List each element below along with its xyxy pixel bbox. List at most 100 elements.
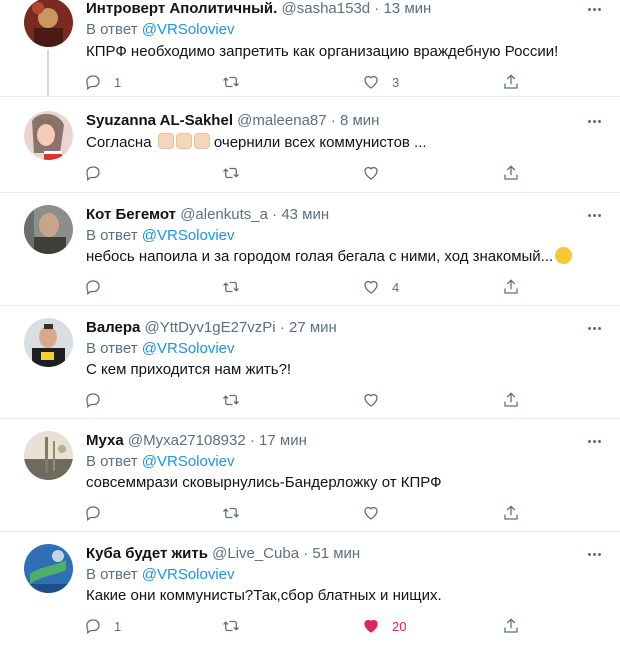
author-handle[interactable]: @Live_Cuba: [212, 545, 299, 562]
more-icon[interactable]: [584, 432, 604, 450]
tweet-time[interactable]: 13 мин: [383, 0, 431, 17]
tweet-header: Интроверт Аполитичный. @sasha153d · 13 м…: [86, 0, 432, 17]
retweet-icon: [223, 507, 239, 519]
tweet-time[interactable]: 43 мин: [281, 206, 329, 223]
reply-icon: [86, 280, 100, 296]
tweet[interactable]: Кот Бегемот @alenkuts_a · 43 мин В ответ…: [0, 193, 620, 306]
tweet-text: С кем приходится нам жить?!: [86, 361, 292, 378]
avatar[interactable]: [24, 318, 73, 367]
share-button[interactable]: [502, 503, 520, 523]
retweet-button[interactable]: [222, 163, 252, 183]
share-icon: [504, 165, 518, 180]
avatar[interactable]: [24, 205, 73, 254]
share-icon: [504, 279, 518, 294]
tweet-actions: 1 3: [84, 72, 524, 92]
reply-prefix: В ответ: [86, 340, 138, 357]
like-button[interactable]: [362, 163, 392, 183]
like-button[interactable]: [362, 390, 392, 410]
like-count: 4: [392, 279, 400, 295]
share-icon: [504, 505, 518, 520]
reply-mention[interactable]: @VRSoloviev: [142, 340, 235, 357]
retweet-button[interactable]: [222, 503, 252, 523]
tweet-header: Куба будет жить @Live_Cuba · 51 мин: [86, 545, 361, 562]
more-icon[interactable]: [584, 206, 604, 224]
more-icon[interactable]: [584, 0, 604, 18]
tweet[interactable]: Куба будет жить @Live_Cuba · 51 мин В от…: [0, 532, 620, 654]
author-handle[interactable]: @sasha153d: [282, 0, 371, 17]
tweet-time[interactable]: 8 мин: [340, 112, 380, 129]
retweet-button[interactable]: [222, 277, 252, 297]
more-icon[interactable]: [584, 112, 604, 130]
more-icon[interactable]: [584, 545, 604, 563]
tweet-time[interactable]: 17 мин: [259, 432, 307, 449]
author-name[interactable]: Интроверт Аполитичный.: [86, 0, 277, 17]
retweet-icon: [223, 281, 239, 293]
reply-button[interactable]: 1: [84, 72, 121, 92]
share-button[interactable]: [502, 277, 520, 297]
like-icon: [364, 506, 378, 520]
reply-icon: [86, 506, 100, 522]
like-button[interactable]: 3: [362, 72, 399, 92]
avatar[interactable]: [24, 544, 73, 593]
tweet-header: Муха @Myxa27108932 · 17 мин: [86, 432, 307, 449]
retweet-button[interactable]: [222, 390, 252, 410]
author-name[interactable]: Валера: [86, 319, 140, 336]
tweet[interactable]: Интроверт Аполитичный. @sasha153d · 13 м…: [0, 0, 620, 97]
retweet-button[interactable]: [222, 72, 252, 92]
reply-icon: [86, 619, 100, 635]
reply-prefix: В ответ: [86, 453, 138, 470]
author-handle[interactable]: @maleena87: [237, 112, 326, 129]
tweet-header: Валера @YttDyv1gE27vzPi · 27 мин: [86, 319, 337, 336]
author-name[interactable]: Кот Бегемот: [86, 206, 176, 223]
like-button[interactable]: [362, 503, 392, 523]
author-handle[interactable]: @Myxa27108932: [128, 432, 246, 449]
thumbs-up-icon: [193, 133, 210, 149]
tweet-text: Согласна очернили всех коммунистов ...: [86, 133, 427, 153]
reply-mention[interactable]: @VRSoloviev: [142, 453, 235, 470]
like-button[interactable]: 20: [362, 616, 406, 636]
like-count: 3: [392, 74, 400, 90]
share-button[interactable]: [502, 616, 520, 636]
share-button[interactable]: [502, 72, 520, 92]
tweet-actions: 4: [84, 277, 524, 297]
tweet-actions: [84, 390, 524, 410]
like-icon: [364, 619, 378, 633]
like-button[interactable]: 4: [362, 277, 399, 297]
reply-button[interactable]: [84, 503, 114, 523]
share-button[interactable]: [502, 163, 520, 183]
avatar[interactable]: [24, 0, 73, 47]
tweet[interactable]: Муха @Myxa27108932 · 17 мин В ответ @VRS…: [0, 419, 620, 532]
share-button[interactable]: [502, 390, 520, 410]
reply-mention[interactable]: @VRSoloviev: [142, 566, 235, 583]
share-icon: [504, 392, 518, 407]
thumbs-up-icon: [175, 133, 192, 149]
avatar[interactable]: [24, 111, 73, 160]
more-icon[interactable]: [584, 319, 604, 337]
tweet-text: небось напоила и за городом голая бегала…: [86, 247, 573, 267]
reply-mention[interactable]: @VRSoloviev: [142, 21, 235, 38]
replies-feed: Интроверт Аполитичный. @sasha153d · 13 м…: [0, 0, 620, 654]
reply-context: В ответ @VRSoloviev: [86, 566, 235, 584]
author-handle[interactable]: @alenkuts_a: [180, 206, 268, 223]
tweet-actions: [84, 163, 524, 183]
reply-mention[interactable]: @VRSoloviev: [142, 227, 235, 244]
author-name[interactable]: Syuzanna AL-Sakhel: [86, 112, 233, 129]
reply-icon: [86, 75, 100, 91]
reply-button[interactable]: [84, 277, 114, 297]
avatar[interactable]: [24, 431, 73, 480]
retweet-icon: [223, 620, 239, 632]
reply-prefix: В ответ: [86, 21, 138, 38]
retweet-button[interactable]: [222, 616, 252, 636]
thread-line: [47, 50, 49, 97]
author-name[interactable]: Куба будет жить: [86, 545, 208, 562]
reply-button[interactable]: [84, 390, 114, 410]
tweet-time[interactable]: 27 мин: [289, 319, 337, 336]
author-handle[interactable]: @YttDyv1gE27vzPi: [145, 319, 276, 336]
reply-button[interactable]: [84, 163, 114, 183]
tweet-text-body: небось напоила и за городом голая бегала…: [86, 248, 554, 265]
author-name[interactable]: Муха: [86, 432, 124, 449]
tweet[interactable]: Syuzanna AL-Sakhel @maleena87 · 8 мин Со…: [0, 97, 620, 193]
tweet[interactable]: Валера @YttDyv1gE27vzPi · 27 мин В ответ…: [0, 306, 620, 419]
tweet-time[interactable]: 51 мин: [312, 545, 360, 562]
reply-button[interactable]: 1: [84, 616, 121, 636]
